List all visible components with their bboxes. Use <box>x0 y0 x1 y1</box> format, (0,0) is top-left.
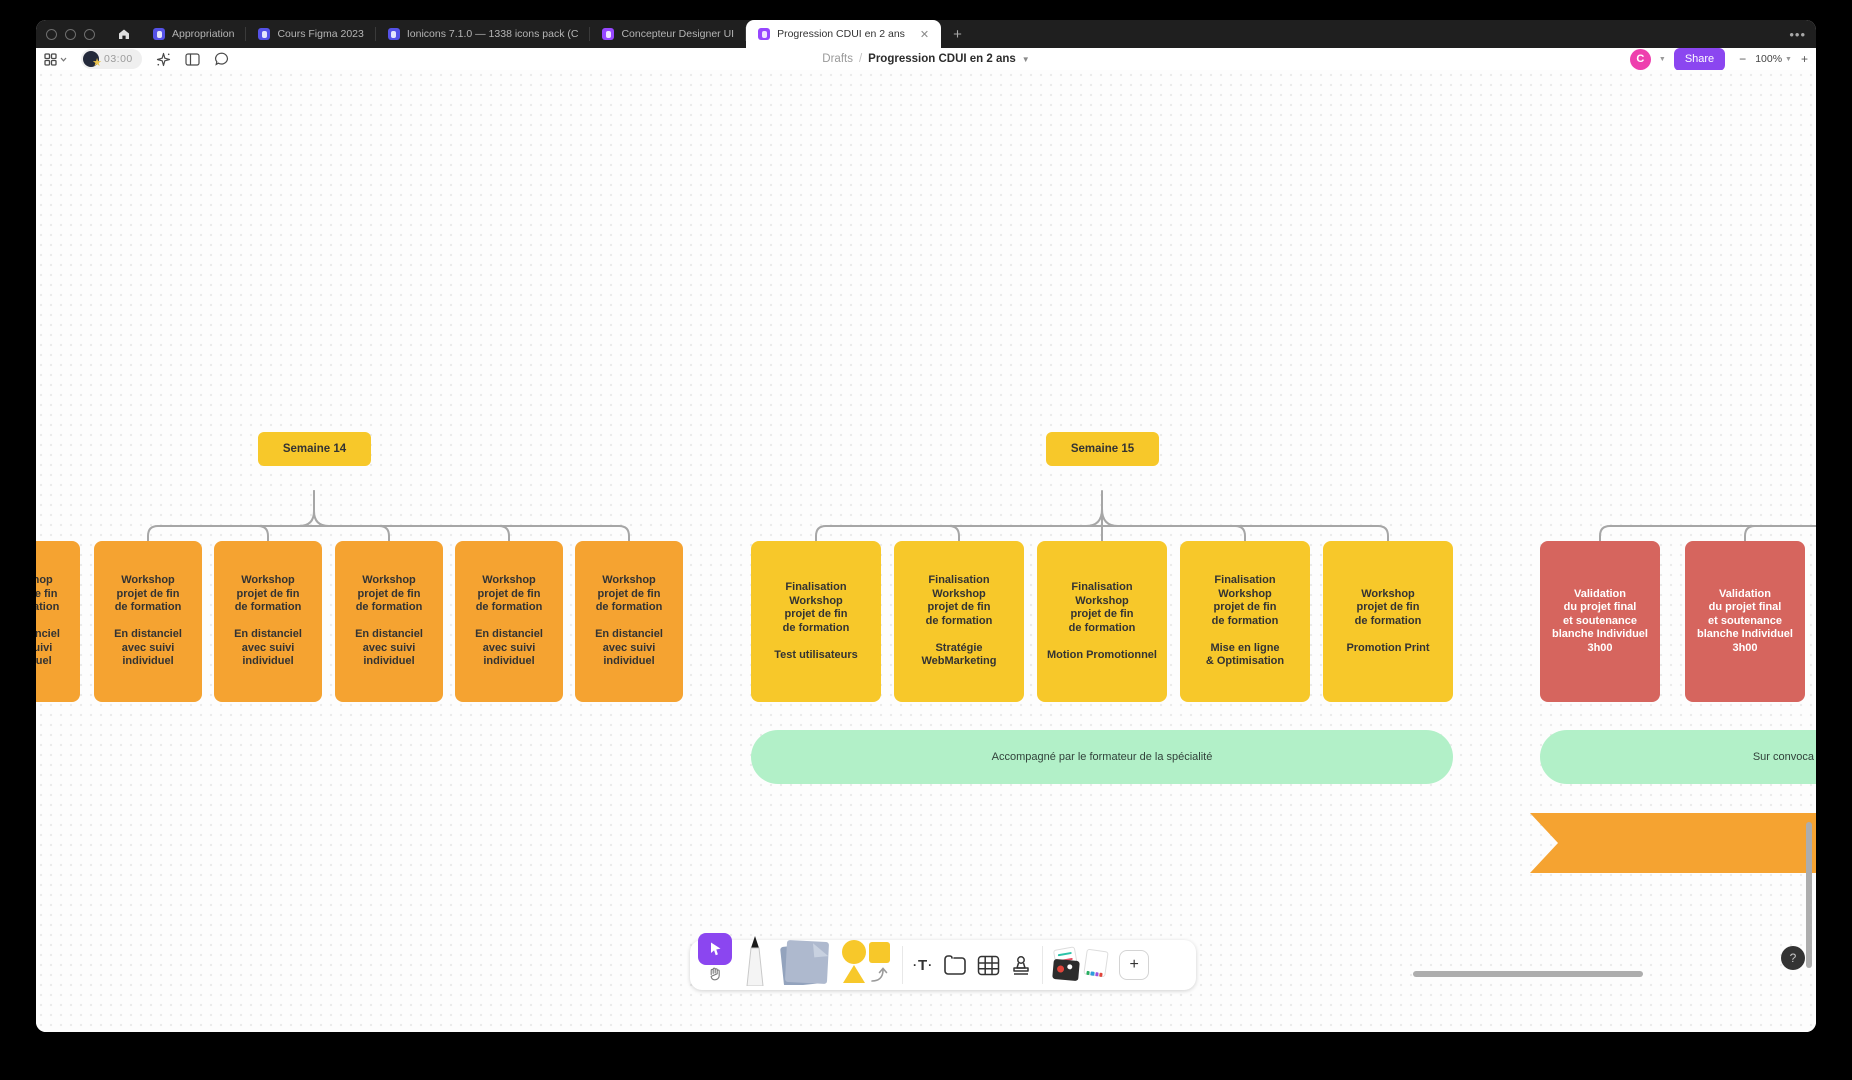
tab-label: Cours Figma 2023 <box>277 28 363 40</box>
add-tool-button[interactable]: + <box>1119 950 1149 980</box>
user-avatar[interactable]: C <box>1630 49 1651 70</box>
vertical-scrollbar[interactable] <box>1806 822 1812 968</box>
finalisation-card[interactable]: Finalisation Workshop projet de fin de f… <box>751 541 881 702</box>
tab-appropriation[interactable]: Appropriation <box>141 20 246 48</box>
timer-avatar: ★ <box>83 51 99 67</box>
tab-progression-cdui-active[interactable]: Progression CDUI en 2 ans ✕ <box>746 20 941 48</box>
sticky-notes-icon <box>778 937 830 985</box>
sparkle-icon <box>156 52 171 67</box>
tab-label: Progression CDUI en 2 ans <box>777 28 905 40</box>
finalisation-card[interactable]: Finalisation Workshop projet de fin de f… <box>894 541 1024 702</box>
zoom-level[interactable]: 100%▼ <box>1755 53 1792 65</box>
tab-concepteur-designer-ui[interactable]: Concepteur Designer UI <box>590 20 746 48</box>
app-toolbar: ★ 03:00 Drafts / Progression CDUI en 2 a… <box>36 48 1816 70</box>
timer-pill[interactable]: ★ 03:00 <box>81 49 142 69</box>
chevron-down-icon: ▼ <box>1785 56 1792 63</box>
figjam-file-icon <box>602 28 614 40</box>
figma-app-window: Appropriation Cours Figma 2023 Ionicons … <box>36 20 1816 1032</box>
triangle-shape-icon <box>843 965 865 983</box>
workshop-card[interactable]: Workshop projet de fin de formation Prom… <box>1323 541 1453 702</box>
chevron-down-icon <box>60 57 67 62</box>
validation-card[interactable]: Validation du projet final et soutenance… <box>1540 541 1660 702</box>
chevron-down-icon[interactable]: ▼ <box>1659 56 1666 63</box>
horizontal-scrollbar[interactable] <box>1413 971 1643 977</box>
ai-actions-button[interactable] <box>156 52 171 67</box>
new-tab-button[interactable]: + <box>941 20 974 48</box>
convocation-pill[interactable]: Sur convoca <box>1540 730 1816 784</box>
finalisation-card[interactable]: Finalisation Workshop projet de fin de f… <box>1037 541 1167 702</box>
ribbon-banner[interactable] <box>1530 813 1816 873</box>
figma-menu-icon <box>44 53 57 66</box>
tab-cours-figma-2023[interactable]: Cours Figma 2023 <box>246 20 375 48</box>
marker-pen-icon <box>742 934 768 986</box>
shape-tools-button[interactable] <box>840 940 892 984</box>
stamp-tool-button[interactable] <box>1010 955 1032 976</box>
figjam-canvas[interactable]: Semaine 14 Semaine 15 Workshop projet de… <box>36 70 1816 1032</box>
home-button[interactable] <box>107 20 141 48</box>
workshop-card[interactable]: Workshop projet de fin de formation En d… <box>575 541 683 702</box>
share-button[interactable]: Share <box>1674 48 1725 71</box>
marker-tool-button[interactable] <box>742 934 768 986</box>
section-tool-button[interactable] <box>943 954 967 976</box>
close-tab-icon[interactable]: ✕ <box>920 28 929 41</box>
hand-tool-icon[interactable] <box>708 966 722 981</box>
template-thumb <box>1083 949 1108 978</box>
figjam-file-icon <box>758 28 770 40</box>
formateur-pill[interactable]: Accompagné par le formateur de la spécia… <box>751 730 1453 784</box>
comment-tool-button[interactable] <box>214 52 229 66</box>
tab-label: Ionicons 7.1.0 — 1338 icons pack (C <box>407 28 579 40</box>
text-tool-button[interactable]: ·T· <box>913 957 933 974</box>
square-shape-icon <box>869 942 890 963</box>
breadcrumb-separator: / <box>859 53 862 65</box>
tab-ionicons[interactable]: Ionicons 7.1.0 — 1338 icons pack (C <box>376 20 591 48</box>
sticky-note-tool-button[interactable] <box>778 937 830 985</box>
star-icon: ★ <box>92 58 102 69</box>
templates-button[interactable] <box>1053 944 1109 986</box>
comment-bubble-icon <box>214 52 229 66</box>
close-window-button[interactable] <box>46 29 57 40</box>
window-controls[interactable] <box>36 20 107 48</box>
finalisation-card[interactable]: Finalisation Workshop projet de fin de f… <box>1180 541 1310 702</box>
frame-icon <box>185 53 200 66</box>
timer-value: 03:00 <box>104 53 133 65</box>
file-title[interactable]: Progression CDUI en 2 ans <box>868 53 1016 65</box>
week-15-label[interactable]: Semaine 15 <box>1046 432 1159 466</box>
frame-tool-button[interactable] <box>185 53 200 66</box>
main-menu-button[interactable] <box>44 53 67 66</box>
figma-file-icon <box>388 28 400 40</box>
zoom-in-button[interactable]: + <box>1801 52 1808 66</box>
chevron-down-icon[interactable]: ▼ <box>1022 55 1030 64</box>
tab-bar: Appropriation Cours Figma 2023 Ionicons … <box>36 20 1816 48</box>
figma-file-icon <box>258 28 270 40</box>
workshop-card[interactable]: Workshop projet de fin de formation En d… <box>214 541 322 702</box>
tab-label: Concepteur Designer UI <box>621 28 734 40</box>
zoom-out-button[interactable]: − <box>1739 52 1746 66</box>
stamp-icon <box>1010 955 1032 976</box>
connector-arrow-icon <box>870 966 890 984</box>
more-menu-button[interactable]: ••• <box>1789 20 1806 48</box>
template-thumb <box>1052 959 1080 981</box>
table-icon <box>977 955 1000 976</box>
maximize-window-button[interactable] <box>84 29 95 40</box>
figjam-tool-dock: ·T· + <box>690 940 1196 990</box>
workshop-card-partial[interactable]: Workshop projet de fin de formation En d… <box>36 541 80 702</box>
cursor-icon <box>708 941 723 957</box>
help-button[interactable]: ? <box>1781 946 1805 970</box>
tab-label: Appropriation <box>172 28 234 40</box>
figma-file-icon <box>153 28 165 40</box>
workshop-card[interactable]: Workshop projet de fin de formation En d… <box>455 541 563 702</box>
breadcrumb[interactable]: Drafts / Progression CDUI en 2 ans ▼ <box>822 48 1029 70</box>
workshop-card[interactable]: Workshop projet de fin de formation En d… <box>335 541 443 702</box>
minimize-window-button[interactable] <box>65 29 76 40</box>
validation-card[interactable]: Validation du projet final et soutenance… <box>1685 541 1805 702</box>
section-icon <box>943 954 967 976</box>
breadcrumb-folder[interactable]: Drafts <box>822 53 853 65</box>
workshop-card[interactable]: Workshop projet de fin de formation En d… <box>94 541 202 702</box>
home-icon <box>117 27 131 41</box>
week-14-label[interactable]: Semaine 14 <box>258 432 371 466</box>
circle-shape-icon <box>842 940 866 964</box>
select-tool-button[interactable] <box>698 933 732 965</box>
table-tool-button[interactable] <box>977 955 1000 976</box>
